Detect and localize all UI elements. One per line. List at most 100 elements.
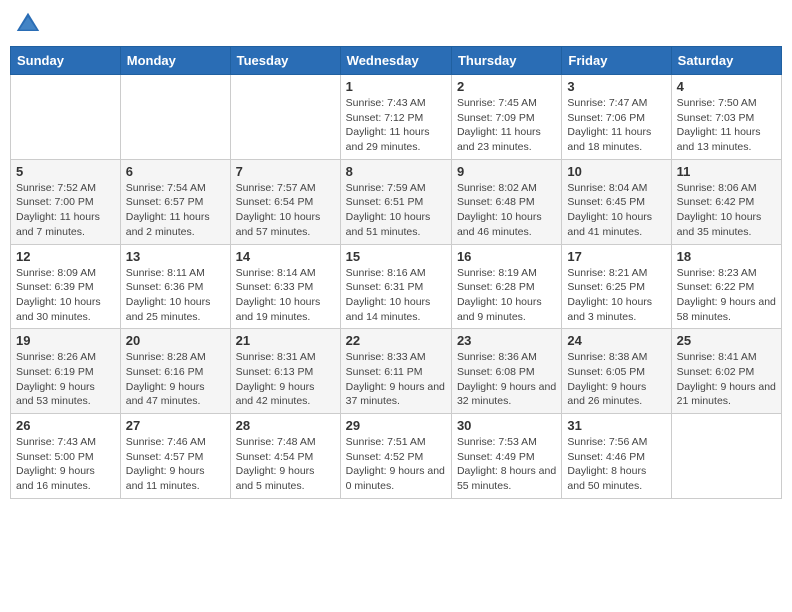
weekday-header-monday: Monday (120, 47, 230, 75)
day-number: 25 (677, 333, 776, 348)
day-info: Sunrise: 7:43 AMSunset: 7:12 PMDaylight:… (346, 96, 446, 155)
calendar-cell: 6 Sunrise: 7:54 AMSunset: 6:57 PMDaylight… (120, 159, 230, 244)
calendar-cell: 18Sunrise: 8:23 AMSunset: 6:22 PMDayligh… (671, 244, 781, 329)
day-info: Sunrise: 7:46 AMSunset: 4:57 PMDaylight:… (126, 435, 225, 494)
calendar-week-4: 19 Sunrise: 8:26 AMSunset: 6:19 PMDayligh… (11, 329, 782, 414)
calendar-cell: 2Sunrise: 7:45 AMSunset: 7:09 PMDaylight… (451, 75, 561, 160)
day-info: Sunrise: 7:48 AMSunset: 4:54 PMDaylight:… (236, 435, 335, 494)
calendar-cell: 17 Sunrise: 8:21 AMSunset: 6:25 PMDayligh… (562, 244, 671, 329)
calendar-cell (671, 414, 781, 499)
day-number: 15 (346, 249, 446, 264)
calendar-cell (230, 75, 340, 160)
day-info: Sunrise: 7:43 AMSunset: 5:00 PMDaylight:… (16, 435, 115, 494)
weekday-header-thursday: Thursday (451, 47, 561, 75)
day-number: 4 (677, 79, 776, 94)
day-number: 19 (16, 333, 115, 348)
day-info: Sunrise: 7:59 AMSunset: 6:51 PMDaylight:… (346, 181, 446, 240)
day-number: 29 (346, 418, 446, 433)
calendar-cell: 27 Sunrise: 7:46 AMSunset: 4:57 PMDayligh… (120, 414, 230, 499)
weekday-header-saturday: Saturday (671, 47, 781, 75)
logo-icon (14, 10, 42, 38)
calendar-cell: 21 Sunrise: 8:31 AMSunset: 6:13 PMDayligh… (230, 329, 340, 414)
day-number: 23 (457, 333, 556, 348)
calendar-week-2: 5Sunrise: 7:52 AMSunset: 7:00 PMDaylight… (11, 159, 782, 244)
day-info: Sunrise: 8:09 AMSunset: 6:39 PMDaylight:… (16, 266, 115, 325)
calendar-cell: 12 Sunrise: 8:09 AMSunset: 6:39 PMDayligh… (11, 244, 121, 329)
day-info: Sunrise: 8:21 AMSunset: 6:25 PMDaylight:… (567, 266, 665, 325)
calendar-cell: 19 Sunrise: 8:26 AMSunset: 6:19 PMDayligh… (11, 329, 121, 414)
calendar: SundayMondayTuesdayWednesdayThursdayFrid… (10, 46, 782, 499)
day-number: 1 (346, 79, 446, 94)
day-number: 13 (126, 249, 225, 264)
logo (14, 10, 46, 38)
calendar-cell: 23 Sunrise: 8:36 AMSunset: 6:08 PMDayligh… (451, 329, 561, 414)
day-info: Sunrise: 8:33 AMSunset: 6:11 PMDaylight:… (346, 350, 446, 409)
day-number: 12 (16, 249, 115, 264)
weekday-header-sunday: Sunday (11, 47, 121, 75)
day-number: 14 (236, 249, 335, 264)
day-number: 11 (677, 164, 776, 179)
day-number: 7 (236, 164, 335, 179)
calendar-cell: 14 Sunrise: 8:14 AMSunset: 6:33 PMDayligh… (230, 244, 340, 329)
day-info: Sunrise: 8:41 AMSunset: 6:02 PMDaylight:… (677, 350, 776, 409)
day-info: Sunrise: 8:02 AMSunset: 6:48 PMDaylight:… (457, 181, 556, 240)
weekday-header-wednesday: Wednesday (340, 47, 451, 75)
day-number: 2 (457, 79, 556, 94)
day-info: Sunrise: 7:50 AMSunset: 7:03 PMDaylight:… (677, 96, 776, 155)
calendar-week-3: 12 Sunrise: 8:09 AMSunset: 6:39 PMDayligh… (11, 244, 782, 329)
day-info: Sunrise: 8:31 AMSunset: 6:13 PMDaylight:… (236, 350, 335, 409)
day-info: Sunrise: 8:38 AMSunset: 6:05 PMDaylight:… (567, 350, 665, 409)
day-info: Sunrise: 7:47 AMSunset: 7:06 PMDaylight:… (567, 96, 665, 155)
calendar-cell: 20Sunrise: 8:28 AMSunset: 6:16 PMDayligh… (120, 329, 230, 414)
calendar-week-5: 26 Sunrise: 7:43 AMSunset: 5:00 PMDayligh… (11, 414, 782, 499)
day-info: Sunrise: 8:19 AMSunset: 6:28 PMDaylight:… (457, 266, 556, 325)
day-number: 16 (457, 249, 556, 264)
calendar-cell: 24Sunrise: 8:38 AMSunset: 6:05 PMDayligh… (562, 329, 671, 414)
day-info: Sunrise: 7:52 AMSunset: 7:00 PMDaylight:… (16, 181, 115, 240)
weekday-header-tuesday: Tuesday (230, 47, 340, 75)
calendar-cell: 16 Sunrise: 8:19 AMSunset: 6:28 PMDayligh… (451, 244, 561, 329)
calendar-cell: 13 Sunrise: 8:11 AMSunset: 6:36 PMDayligh… (120, 244, 230, 329)
calendar-cell: 15 Sunrise: 8:16 AMSunset: 6:31 PMDayligh… (340, 244, 451, 329)
calendar-cell: 5Sunrise: 7:52 AMSunset: 7:00 PMDaylight… (11, 159, 121, 244)
day-number: 27 (126, 418, 225, 433)
day-info: Sunrise: 7:57 AMSunset: 6:54 PMDaylight:… (236, 181, 335, 240)
day-number: 3 (567, 79, 665, 94)
calendar-cell: 31 Sunrise: 7:56 AMSunset: 4:46 PMDayligh… (562, 414, 671, 499)
calendar-cell: 1 Sunrise: 7:43 AMSunset: 7:12 PMDaylight… (340, 75, 451, 160)
day-info: Sunrise: 8:14 AMSunset: 6:33 PMDaylight:… (236, 266, 335, 325)
day-number: 18 (677, 249, 776, 264)
day-number: 21 (236, 333, 335, 348)
day-info: Sunrise: 8:26 AMSunset: 6:19 PMDaylight:… (16, 350, 115, 409)
calendar-cell: 4 Sunrise: 7:50 AMSunset: 7:03 PMDaylight… (671, 75, 781, 160)
calendar-cell: 22 Sunrise: 8:33 AMSunset: 6:11 PMDayligh… (340, 329, 451, 414)
calendar-cell: 26 Sunrise: 7:43 AMSunset: 5:00 PMDayligh… (11, 414, 121, 499)
day-info: Sunrise: 8:16 AMSunset: 6:31 PMDaylight:… (346, 266, 446, 325)
day-number: 26 (16, 418, 115, 433)
day-number: 6 (126, 164, 225, 179)
header (10, 10, 782, 38)
day-info: Sunrise: 7:51 AMSunset: 4:52 PMDaylight:… (346, 435, 446, 494)
day-number: 9 (457, 164, 556, 179)
calendar-cell: 9 Sunrise: 8:02 AMSunset: 6:48 PMDaylight… (451, 159, 561, 244)
day-info: Sunrise: 7:56 AMSunset: 4:46 PMDaylight:… (567, 435, 665, 494)
calendar-cell: 8 Sunrise: 7:59 AMSunset: 6:51 PMDaylight… (340, 159, 451, 244)
calendar-week-1: 1 Sunrise: 7:43 AMSunset: 7:12 PMDaylight… (11, 75, 782, 160)
day-info: Sunrise: 8:36 AMSunset: 6:08 PMDaylight:… (457, 350, 556, 409)
day-info: Sunrise: 8:06 AMSunset: 6:42 PMDaylight:… (677, 181, 776, 240)
calendar-cell: 30Sunrise: 7:53 AMSunset: 4:49 PMDayligh… (451, 414, 561, 499)
weekday-header-friday: Friday (562, 47, 671, 75)
day-info: Sunrise: 8:04 AMSunset: 6:45 PMDaylight:… (567, 181, 665, 240)
day-info: Sunrise: 7:54 AMSunset: 6:57 PMDaylight:… (126, 181, 225, 240)
day-info: Sunrise: 8:11 AMSunset: 6:36 PMDaylight:… (126, 266, 225, 325)
calendar-cell: 10 Sunrise: 8:04 AMSunset: 6:45 PMDayligh… (562, 159, 671, 244)
day-number: 10 (567, 164, 665, 179)
day-number: 31 (567, 418, 665, 433)
day-number: 8 (346, 164, 446, 179)
calendar-cell: 29 Sunrise: 7:51 AMSunset: 4:52 PMDayligh… (340, 414, 451, 499)
day-number: 28 (236, 418, 335, 433)
day-number: 22 (346, 333, 446, 348)
calendar-cell: 3 Sunrise: 7:47 AMSunset: 7:06 PMDaylight… (562, 75, 671, 160)
day-number: 20 (126, 333, 225, 348)
day-number: 17 (567, 249, 665, 264)
